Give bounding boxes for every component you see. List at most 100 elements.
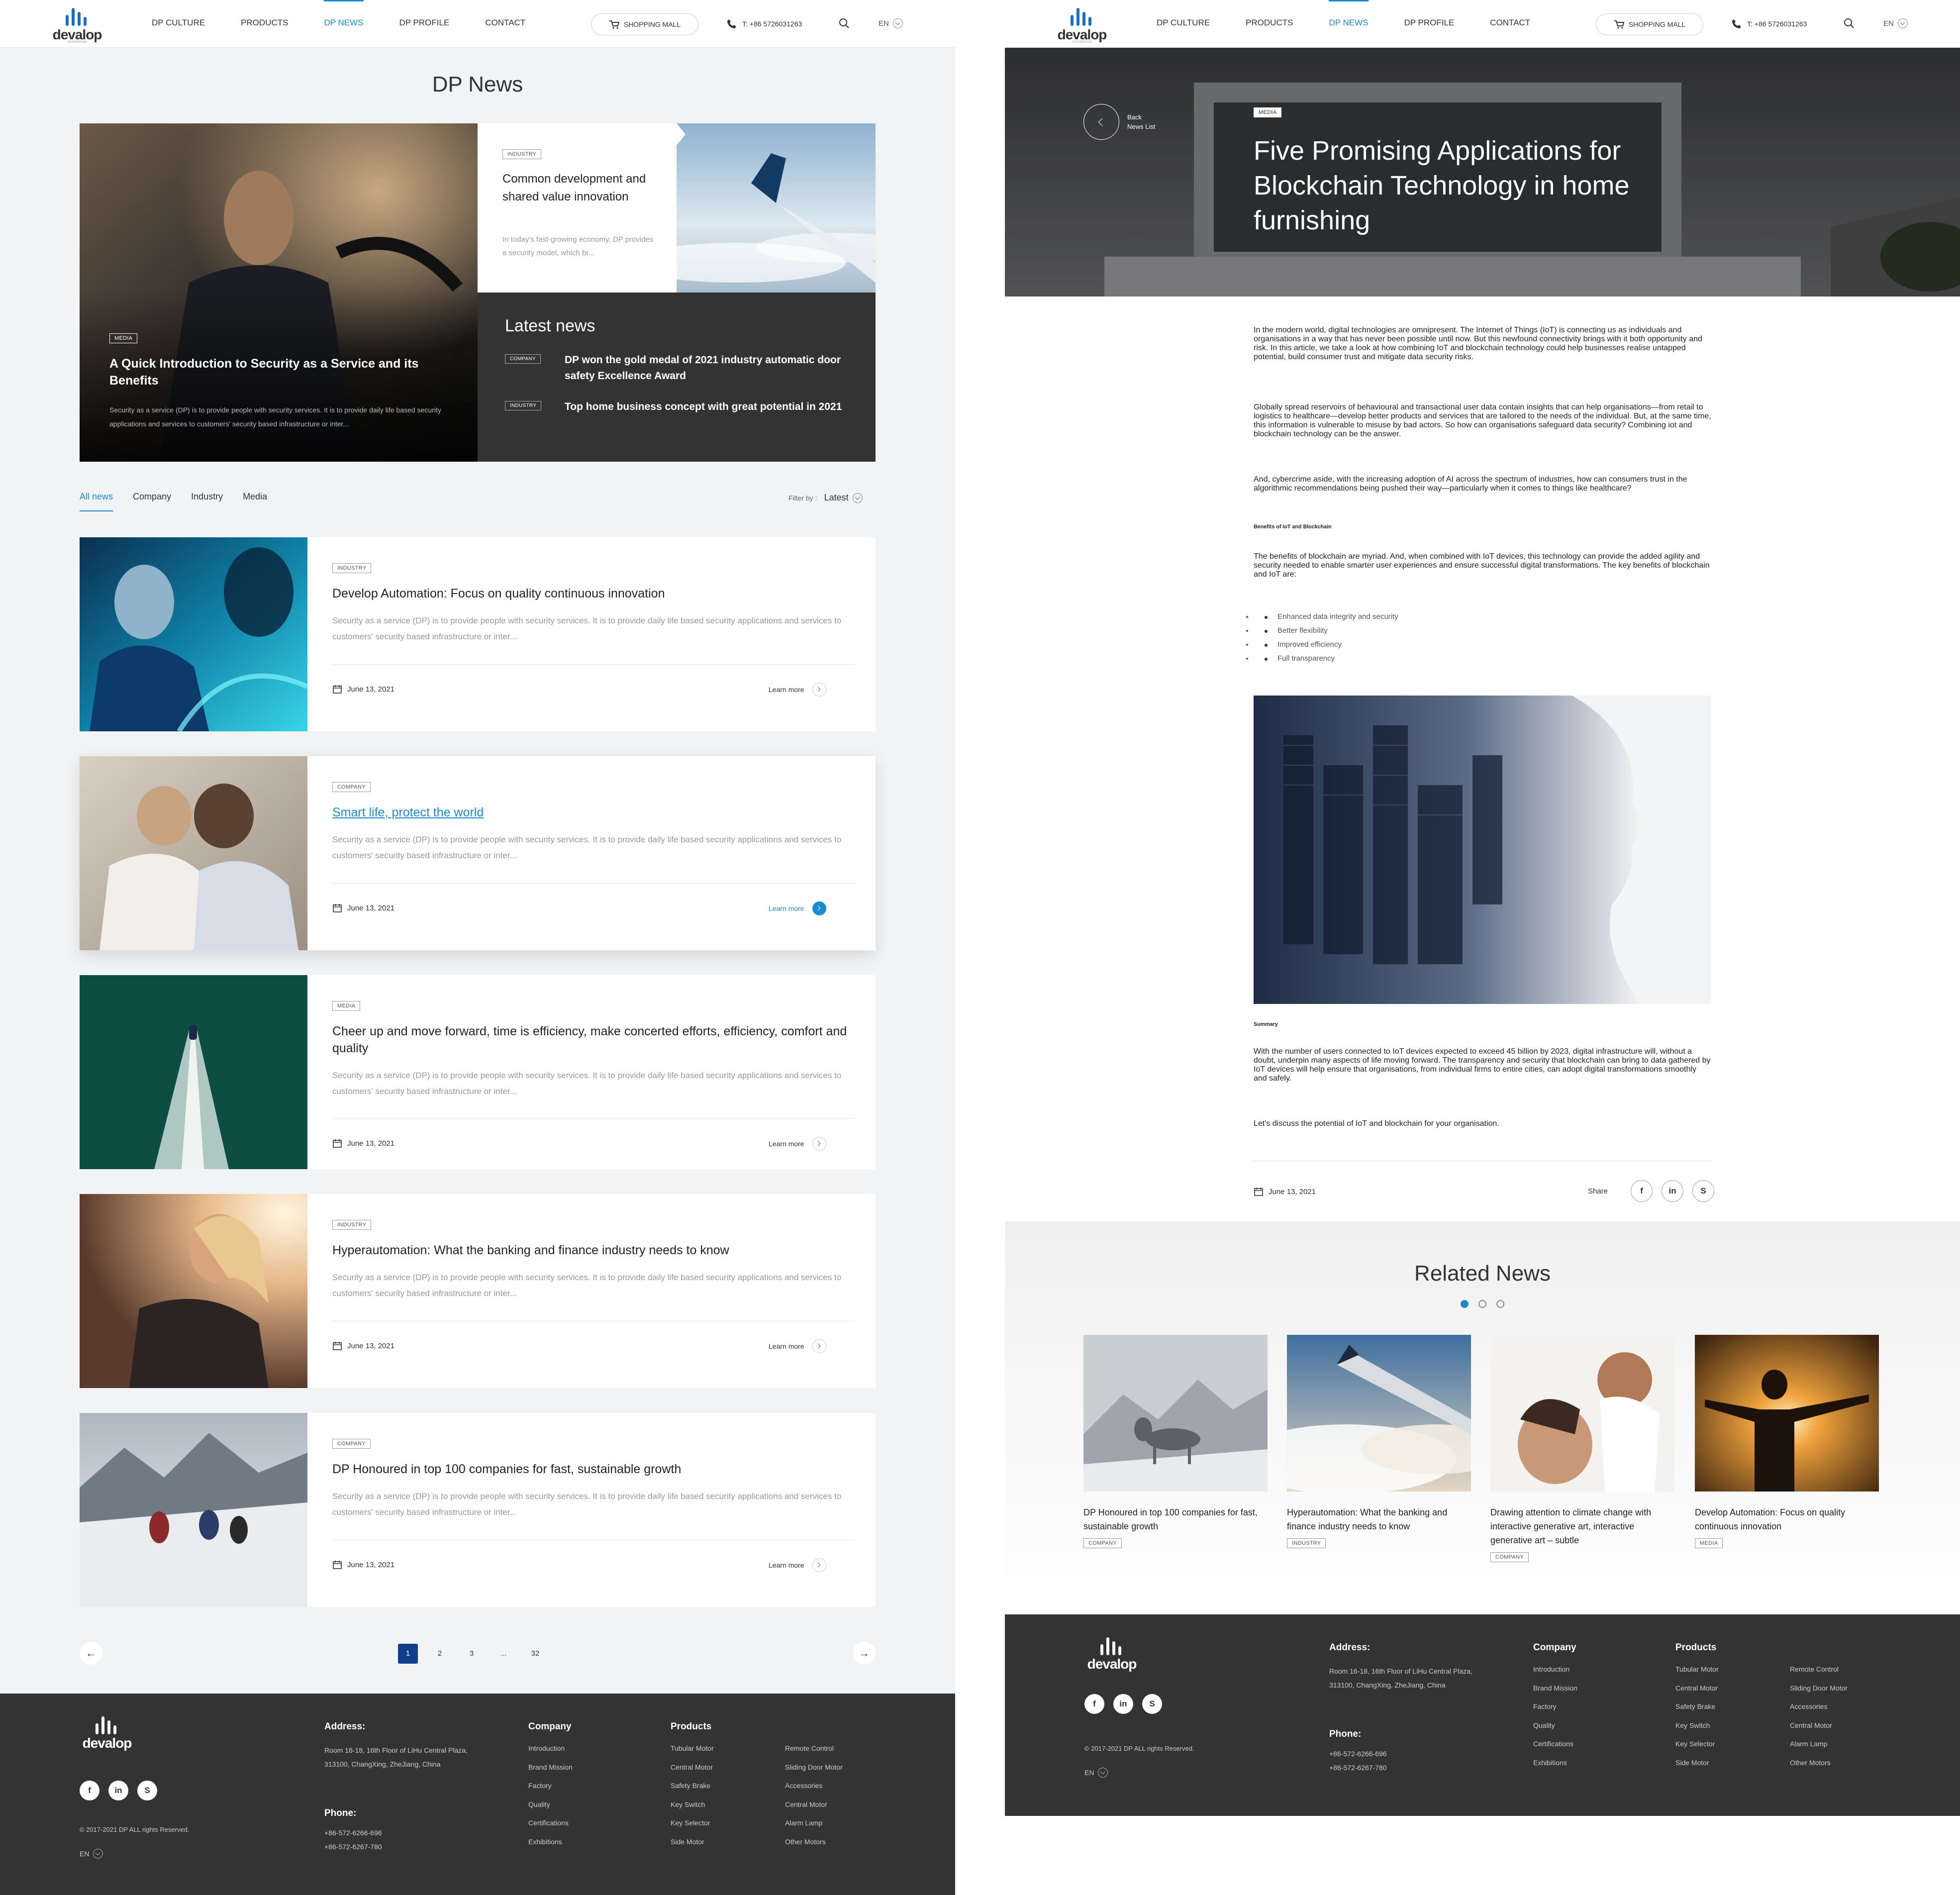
tab-company[interactable]: Company <box>133 492 171 511</box>
nav-dp-profile[interactable]: DP PROFILE <box>1404 0 1455 48</box>
card-title[interactable]: Cheer up and move forward, time is effic… <box>332 1023 855 1057</box>
header-phone[interactable]: T: +86 5726031263 <box>1731 17 1807 31</box>
footer-logo[interactable]: devalop <box>80 1714 134 1754</box>
footer-link[interactable]: Introduction <box>528 1739 573 1758</box>
featured2-title[interactable]: Common development and shared value inno… <box>502 170 657 206</box>
card-title[interactable]: Hyperautomation: What the banking and fi… <box>332 1242 855 1259</box>
card-title[interactable]: DP Honoured in top 100 companies for fas… <box>332 1461 855 1478</box>
featured-news-secondary[interactable]: INDUSTRY Common development and shared v… <box>478 123 677 293</box>
nav-products[interactable]: PRODUCTS <box>241 0 288 48</box>
linkedin-icon[interactable]: in <box>108 1781 128 1800</box>
footer-link[interactable]: Sliding Door Motor <box>785 1758 843 1777</box>
footer-link[interactable]: Key Switch <box>1675 1716 1719 1735</box>
footer-link[interactable]: Certifications <box>1533 1735 1577 1754</box>
learn-more-link[interactable]: Learn more <box>769 901 826 915</box>
nav-products[interactable]: PRODUCTS <box>1246 0 1293 48</box>
tab-all-news[interactable]: All news <box>80 492 113 511</box>
carousel-dot-active[interactable] <box>1461 1300 1469 1308</box>
footer-link[interactable]: Brand Mission <box>528 1758 573 1777</box>
footer-link[interactable]: Accessories <box>785 1777 843 1795</box>
skype-icon[interactable]: S <box>1142 1694 1162 1714</box>
footer-language-selector[interactable]: EN <box>80 1849 103 1859</box>
back-to-news-list[interactable]: Back News List <box>1083 104 1155 140</box>
facebook-icon[interactable]: f <box>1084 1694 1104 1714</box>
footer-link[interactable]: Factory <box>1533 1697 1577 1716</box>
nav-contact[interactable]: CONTACT <box>1490 0 1530 48</box>
footer-link[interactable]: Exhibitions <box>1533 1754 1577 1773</box>
footer-link[interactable]: Central Motor <box>785 1795 843 1814</box>
latest-item-title[interactable]: DP won the gold medal of 2021 industry a… <box>565 352 853 384</box>
learn-more-link[interactable]: Learn more <box>769 1339 826 1353</box>
related-news-card[interactable]: Develop Automation: Focus on quality con… <box>1695 1335 1879 1548</box>
share-skype-icon[interactable]: S <box>1692 1180 1715 1202</box>
footer-phone[interactable]: +86-572-6266-696 <box>324 1826 382 1840</box>
page-number-last[interactable]: 32 <box>525 1644 545 1664</box>
nav-dp-profile[interactable]: DP PROFILE <box>399 0 450 48</box>
footer-link[interactable]: Key Selector <box>1675 1735 1719 1754</box>
footer-phone[interactable]: +86-572-6267-780 <box>1329 1761 1387 1775</box>
related-news-card[interactable]: DP Honoured in top 100 companies for fas… <box>1083 1335 1268 1548</box>
footer-link[interactable]: Tubular Motor <box>1675 1660 1719 1679</box>
news-card[interactable]: INDUSTRY Hyperautomation: What the banki… <box>80 1194 876 1388</box>
logo[interactable]: devalop AUTOMATION <box>1055 6 1109 44</box>
logo[interactable]: devalop AUTOMATION <box>50 6 104 44</box>
facebook-icon[interactable]: f <box>80 1781 99 1800</box>
carousel-dot[interactable] <box>1478 1300 1486 1308</box>
footer-link[interactable]: Sliding Door Motor <box>1790 1679 1848 1698</box>
footer-phone[interactable]: +86-572-6267-780 <box>324 1840 382 1854</box>
footer-link[interactable]: Quality <box>1533 1716 1577 1735</box>
footer-link[interactable]: Central Motor <box>1675 1679 1719 1698</box>
nav-dp-culture[interactable]: DP CULTURE <box>1157 0 1210 48</box>
learn-more-link[interactable]: Learn more <box>769 1137 826 1151</box>
related-news-title[interactable]: Drawing attention to climate change with… <box>1490 1505 1674 1547</box>
footer-link[interactable]: Introduction <box>1533 1660 1577 1679</box>
linkedin-icon[interactable]: in <box>1113 1694 1133 1714</box>
footer-link[interactable]: Other Motors <box>1790 1754 1848 1773</box>
footer-link[interactable]: Tubular Motor <box>671 1739 714 1758</box>
shopping-mall-button[interactable]: SHOPPING MALL <box>591 13 698 35</box>
footer-logo[interactable]: devalop <box>1084 1635 1139 1675</box>
shopping-mall-button[interactable]: SHOPPING MALL <box>1596 13 1703 35</box>
next-page-button[interactable]: → <box>853 1642 876 1665</box>
footer-link[interactable]: Remote Control <box>785 1739 843 1758</box>
footer-link[interactable]: Alarm Lamp <box>785 1814 843 1833</box>
footer-link[interactable]: Safety Brake <box>671 1777 714 1795</box>
featured-news-main[interactable]: MEDIA A Quick Introduction to Security a… <box>80 123 478 462</box>
search-icon[interactable] <box>1843 17 1856 30</box>
news-card[interactable]: INDUSTRY Develop Automation: Focus on qu… <box>80 537 876 731</box>
share-facebook-icon[interactable]: f <box>1631 1180 1653 1202</box>
language-selector[interactable]: EN <box>879 17 903 30</box>
language-selector[interactable]: EN <box>1883 17 1908 30</box>
footer-link[interactable]: Key Selector <box>671 1814 714 1833</box>
related-news-card[interactable]: Drawing attention to climate change with… <box>1490 1335 1674 1562</box>
footer-link[interactable]: Brand Mission <box>1533 1679 1577 1698</box>
prev-page-button[interactable]: ← <box>80 1642 102 1665</box>
nav-dp-culture[interactable]: DP CULTURE <box>152 0 205 48</box>
header-phone[interactable]: T: +86 5726031263 <box>726 17 802 31</box>
latest-item-title[interactable]: Top home business concept with great pot… <box>565 399 853 415</box>
footer-link[interactable]: Key Switch <box>671 1795 714 1814</box>
card-title[interactable]: Smart life, protect the world <box>332 804 855 821</box>
footer-link[interactable]: Certifications <box>528 1814 573 1833</box>
footer-link[interactable]: Side Motor <box>671 1833 714 1852</box>
footer-link[interactable]: Accessories <box>1790 1697 1848 1716</box>
search-icon[interactable] <box>838 17 851 30</box>
filter-dropdown[interactable]: Filter by : Latest <box>788 493 863 503</box>
tab-industry[interactable]: Industry <box>191 492 223 511</box>
learn-more-link[interactable]: Learn more <box>769 683 826 697</box>
footer-link[interactable]: Alarm Lamp <box>1790 1735 1848 1754</box>
footer-link[interactable]: Safety Brake <box>1675 1697 1719 1716</box>
page-number[interactable]: 2 <box>430 1644 450 1664</box>
nav-dp-news[interactable]: DP NEWS <box>1329 0 1369 48</box>
tab-media[interactable]: Media <box>243 492 267 511</box>
footer-link[interactable]: Central Motor <box>671 1758 714 1777</box>
news-card[interactable]: COMPANY DP Honoured in top 100 companies… <box>80 1413 876 1607</box>
footer-link[interactable]: Side Motor <box>1675 1754 1719 1773</box>
related-news-title[interactable]: Hyperautomation: What the banking and fi… <box>1287 1505 1471 1533</box>
skype-icon[interactable]: S <box>137 1781 157 1800</box>
footer-link[interactable]: Quality <box>528 1795 573 1814</box>
news-card[interactable]: MEDIA Cheer up and move forward, time is… <box>80 975 876 1169</box>
news-card[interactable]: COMPANY Smart life, protect the world Se… <box>80 756 876 950</box>
footer-phone[interactable]: +86-572-6266-696 <box>1329 1747 1387 1761</box>
related-news-card[interactable]: Hyperautomation: What the banking and fi… <box>1287 1335 1471 1548</box>
